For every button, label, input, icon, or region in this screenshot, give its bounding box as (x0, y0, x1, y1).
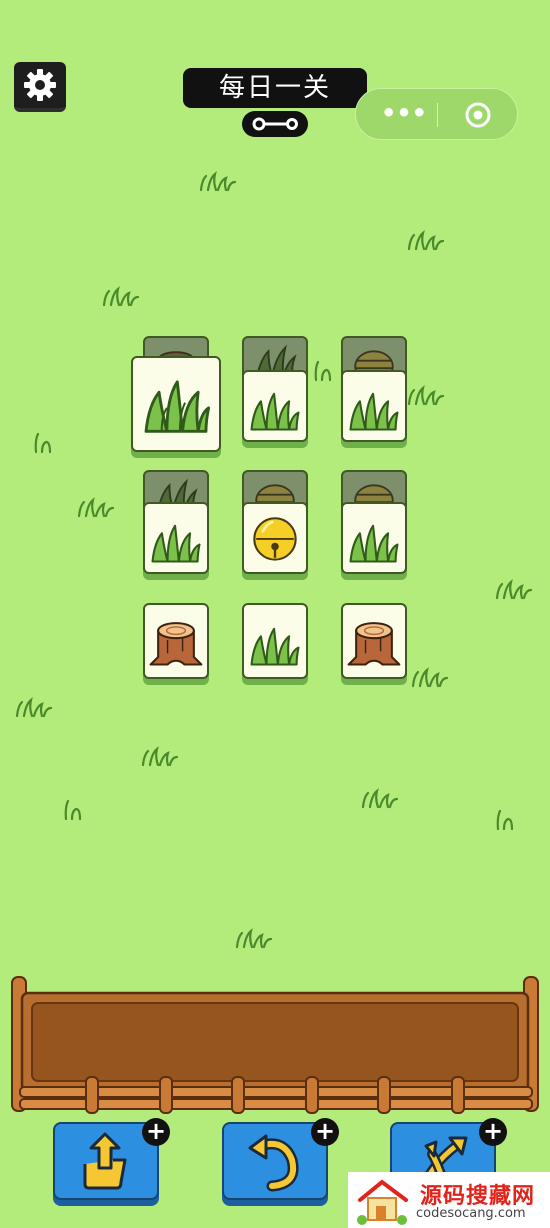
grass-tuft-icon (199, 171, 237, 192)
stump-icon (347, 622, 401, 666)
grass-icon (349, 392, 399, 431)
house-logo-icon (357, 1179, 408, 1225)
grass-icon (250, 392, 300, 431)
tile-grass[interactable] (242, 603, 308, 679)
tile-grass[interactable] (341, 502, 407, 574)
stump-icon (149, 622, 203, 666)
grass-tuft-icon (102, 286, 140, 307)
grass-tuft-icon (411, 667, 449, 688)
tile-grass[interactable] (242, 370, 308, 442)
grass-tuft-icon (495, 579, 533, 600)
grass-sprout-icon (314, 360, 332, 382)
grass-sprout-icon (34, 432, 52, 454)
key-badge (242, 111, 308, 137)
undo-add-button[interactable]: + (311, 1118, 339, 1146)
tile-bell[interactable] (242, 502, 308, 574)
tile-tray (11, 976, 539, 1114)
grass-tuft-icon (77, 497, 115, 518)
grass-tuft-icon (15, 697, 53, 718)
bell-icon (253, 517, 297, 561)
grass-sprout-icon (64, 799, 82, 821)
grass-icon (151, 524, 201, 563)
close-miniprogram-icon[interactable] (464, 101, 492, 129)
tile-stump[interactable] (143, 603, 209, 679)
grass-tuft-icon (235, 928, 273, 949)
tile-stump[interactable] (341, 603, 407, 679)
watermark-url: codesocang.com (416, 1206, 526, 1221)
tile-grass-selected[interactable] (131, 356, 221, 452)
grass-icon (349, 524, 399, 563)
tile-grass[interactable] (143, 502, 209, 574)
capsule-divider (437, 103, 438, 127)
grass-sprout-icon (496, 809, 514, 831)
shuffle-add-button[interactable]: + (479, 1118, 507, 1146)
gear-icon (24, 69, 56, 101)
more-menu-button[interactable]: ••• (378, 100, 430, 130)
grass-tuft-icon (361, 788, 399, 809)
settings-button[interactable] (14, 62, 66, 112)
grass-tuft-icon (141, 746, 179, 767)
grass-tuft-icon (407, 230, 445, 251)
tile-grass[interactable] (341, 370, 407, 442)
miniprogram-capsule: ••• (355, 88, 518, 140)
grass-icon (250, 627, 300, 666)
grass-icon (144, 380, 211, 433)
move-out-add-button[interactable]: + (142, 1118, 170, 1146)
level-title: 每日一关 (183, 68, 367, 108)
key-icon (252, 117, 298, 131)
watermark: 源码搜藏网 codesocang.com (348, 1172, 550, 1228)
grass-tuft-icon (407, 385, 445, 406)
